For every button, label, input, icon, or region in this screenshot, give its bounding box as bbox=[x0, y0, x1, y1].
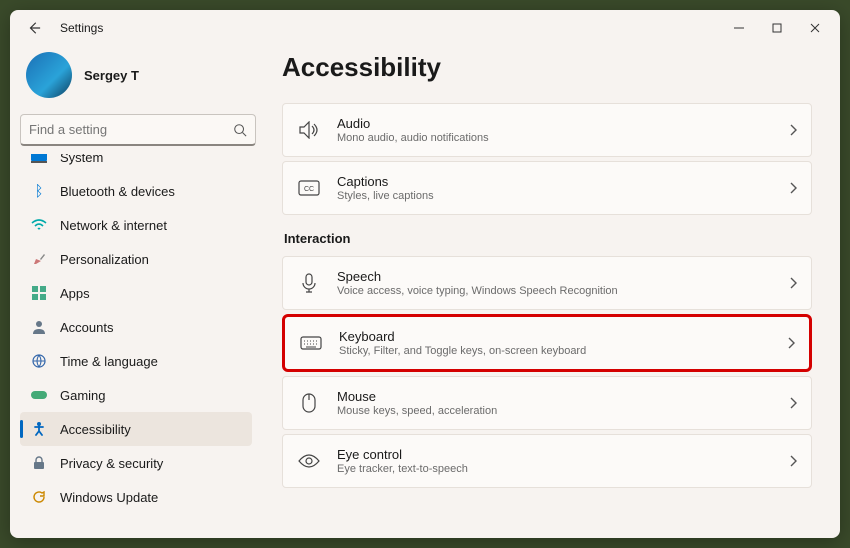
card-sub: Mono audio, audio notifications bbox=[337, 132, 773, 144]
sidebar-item-apps[interactable]: Apps bbox=[20, 276, 252, 310]
profile-name: Sergey T bbox=[84, 68, 139, 83]
nav-label: Time & language bbox=[60, 354, 158, 369]
sidebar-item-system[interactable]: System bbox=[20, 154, 252, 174]
sidebar: Sergey T System ᛒ Bluetooth & devices Ne… bbox=[10, 46, 266, 538]
nav-label: Gaming bbox=[60, 388, 106, 403]
chevron-right-icon bbox=[789, 124, 797, 136]
nav-label: Privacy & security bbox=[60, 456, 163, 471]
card-sub: Voice access, voice typing, Windows Spee… bbox=[337, 285, 773, 297]
card-sub: Sticky, Filter, and Toggle keys, on-scre… bbox=[339, 345, 771, 357]
nav-label: Accounts bbox=[60, 320, 113, 335]
apps-icon bbox=[30, 284, 48, 302]
sidebar-item-bluetooth[interactable]: ᛒ Bluetooth & devices bbox=[20, 174, 252, 208]
settings-window: Settings Sergey T System bbox=[10, 10, 840, 538]
sidebar-item-network[interactable]: Network & internet bbox=[20, 208, 252, 242]
section-interaction: Interaction bbox=[284, 231, 812, 246]
card-sub: Styles, live captions bbox=[337, 190, 773, 202]
brush-icon bbox=[30, 250, 48, 268]
svg-text:CC: CC bbox=[304, 186, 314, 193]
page-title: Accessibility bbox=[282, 52, 812, 83]
wifi-icon bbox=[30, 216, 48, 234]
card-audio[interactable]: AudioMono audio, audio notifications bbox=[282, 103, 812, 157]
avatar bbox=[26, 52, 72, 98]
back-button[interactable] bbox=[22, 16, 46, 40]
chevron-right-icon bbox=[789, 397, 797, 409]
mic-icon bbox=[297, 271, 321, 295]
nav-label: Apps bbox=[60, 286, 90, 301]
accessibility-icon bbox=[30, 420, 48, 438]
chevron-right-icon bbox=[789, 455, 797, 467]
card-title: Eye control bbox=[337, 447, 773, 462]
sidebar-item-personalization[interactable]: Personalization bbox=[20, 242, 252, 276]
chevron-right-icon bbox=[789, 277, 797, 289]
globe-icon bbox=[30, 352, 48, 370]
nav-label: System bbox=[60, 154, 103, 165]
search-icon bbox=[233, 123, 247, 137]
card-sub: Mouse keys, speed, acceleration bbox=[337, 405, 773, 417]
search-input[interactable] bbox=[29, 122, 233, 137]
card-eye[interactable]: Eye controlEye tracker, text-to-speech bbox=[282, 434, 812, 488]
sidebar-item-time[interactable]: Time & language bbox=[20, 344, 252, 378]
audio-icon bbox=[297, 118, 321, 142]
mouse-icon bbox=[297, 391, 321, 415]
nav-label: Bluetooth & devices bbox=[60, 184, 175, 199]
nav-label: Accessibility bbox=[60, 422, 131, 437]
close-button[interactable] bbox=[796, 14, 834, 42]
titlebar: Settings bbox=[10, 10, 840, 46]
search-box[interactable] bbox=[20, 114, 256, 146]
sidebar-item-accessibility[interactable]: Accessibility bbox=[20, 412, 252, 446]
sidebar-item-gaming[interactable]: Gaming bbox=[20, 378, 252, 412]
close-icon bbox=[810, 23, 820, 33]
card-title: Speech bbox=[337, 269, 773, 284]
card-speech[interactable]: SpeechVoice access, voice typing, Window… bbox=[282, 256, 812, 310]
nav-list[interactable]: System ᛒ Bluetooth & devices Network & i… bbox=[20, 154, 256, 528]
game-icon bbox=[30, 386, 48, 404]
nav-label: Personalization bbox=[60, 252, 149, 267]
lock-icon bbox=[30, 454, 48, 472]
card-sub: Eye tracker, text-to-speech bbox=[337, 463, 773, 475]
sidebar-item-update[interactable]: Windows Update bbox=[20, 480, 252, 514]
chevron-right-icon bbox=[789, 182, 797, 194]
content-area: Sergey T System ᛒ Bluetooth & devices Ne… bbox=[10, 46, 840, 538]
card-title: Audio bbox=[337, 116, 773, 131]
nav-label: Network & internet bbox=[60, 218, 167, 233]
minimize-icon bbox=[734, 23, 744, 33]
window-title: Settings bbox=[60, 21, 103, 35]
main-panel: Accessibility AudioMono audio, audio not… bbox=[266, 46, 840, 538]
sidebar-item-accounts[interactable]: Accounts bbox=[20, 310, 252, 344]
card-title: Keyboard bbox=[339, 329, 771, 344]
sidebar-item-privacy[interactable]: Privacy & security bbox=[20, 446, 252, 480]
maximize-icon bbox=[772, 23, 782, 33]
bluetooth-icon: ᛒ bbox=[30, 182, 48, 200]
maximize-button[interactable] bbox=[758, 14, 796, 42]
minimize-button[interactable] bbox=[720, 14, 758, 42]
nav-label: Windows Update bbox=[60, 490, 158, 505]
card-title: Captions bbox=[337, 174, 773, 189]
profile[interactable]: Sergey T bbox=[20, 46, 256, 114]
person-icon bbox=[30, 318, 48, 336]
arrow-left-icon bbox=[27, 21, 41, 35]
eye-icon bbox=[297, 449, 321, 473]
card-mouse[interactable]: MouseMouse keys, speed, acceleration bbox=[282, 376, 812, 430]
system-icon bbox=[30, 154, 48, 166]
card-keyboard[interactable]: KeyboardSticky, Filter, and Toggle keys,… bbox=[282, 314, 812, 372]
captions-icon: CC bbox=[297, 176, 321, 200]
keyboard-icon bbox=[299, 331, 323, 355]
card-title: Mouse bbox=[337, 389, 773, 404]
update-icon bbox=[30, 488, 48, 506]
chevron-right-icon bbox=[787, 337, 795, 349]
card-captions[interactable]: CC CaptionsStyles, live captions bbox=[282, 161, 812, 215]
